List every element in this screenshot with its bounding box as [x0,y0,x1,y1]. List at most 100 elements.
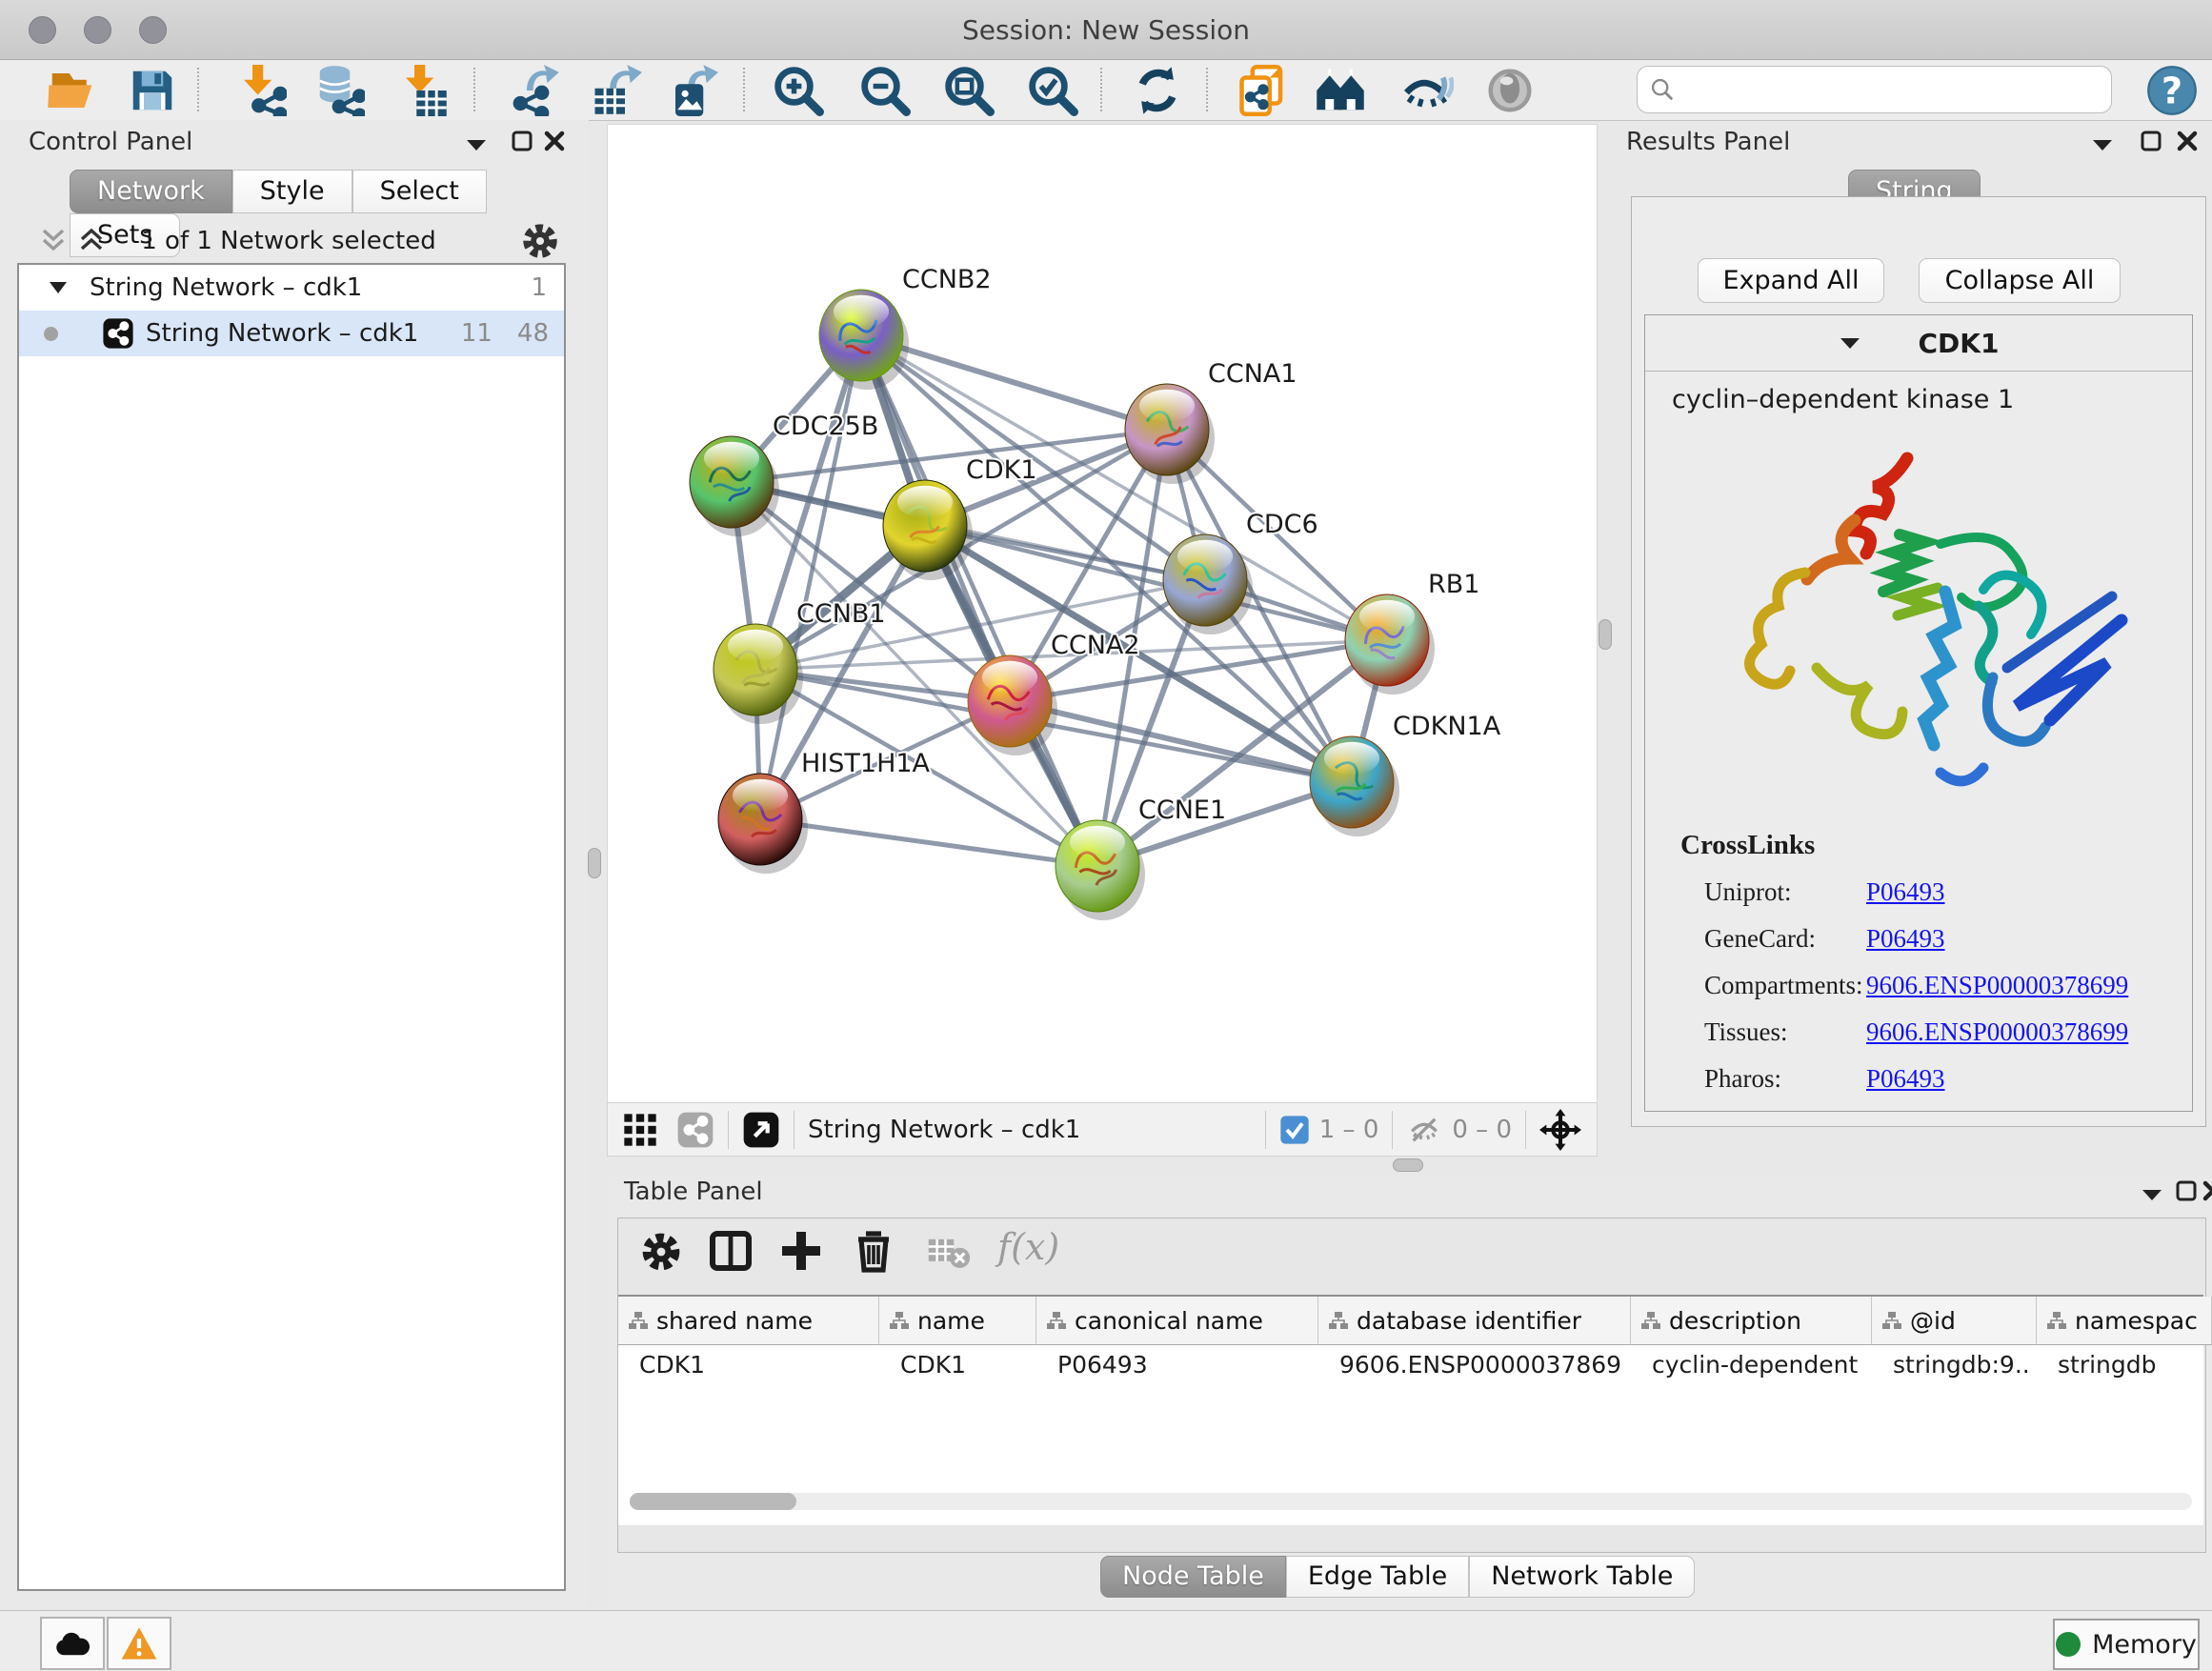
panel-float-icon[interactable] [2140,130,2162,152]
add-column-icon[interactable] [778,1228,824,1274]
export-image-icon[interactable] [667,65,718,116]
hide-selected-icon[interactable] [1402,65,1454,116]
scrollbar-thumb[interactable] [630,1493,796,1510]
network-edge[interactable] [760,819,1097,866]
export-table-icon[interactable] [591,65,642,116]
left-splitter-handle[interactable] [588,848,601,878]
network-collection-row[interactable]: String Network – cdk1 1 [19,265,564,311]
network-node-CCNB1[interactable]: CCNB1 [714,599,886,724]
network-options-gear-icon[interactable] [520,221,560,261]
cloud-status-button[interactable] [40,1617,105,1670]
table-cell[interactable]: stringdb:9... [1893,1345,2028,1383]
zoom-in-icon[interactable] [773,65,824,116]
tab-network[interactable]: Network [70,170,232,213]
network-view-icon[interactable] [676,1111,714,1149]
hidden-eye-icon[interactable] [1406,1114,1442,1146]
table-cell[interactable]: cyclin-dependent ... [1652,1345,1863,1383]
panel-float-icon[interactable] [2175,1179,2198,1202]
column-header-shared-name[interactable]: shared name [618,1297,879,1345]
selected-counts: 1 – 0 [1319,1116,1379,1144]
function-builder-icon[interactable]: f(x) [997,1226,1059,1268]
column-header-name[interactable]: name [879,1297,1036,1345]
first-neighbors-icon[interactable] [1315,65,1366,116]
panel-float-icon[interactable] [511,130,533,152]
selected-checkbox-icon[interactable] [1279,1115,1310,1145]
table-cell[interactable]: CDK1 [639,1345,871,1383]
panel-close-icon[interactable] [543,130,566,152]
split-panel-icon[interactable] [708,1228,754,1274]
tab-node-table[interactable]: Node Table [1100,1556,1286,1598]
network-node-HIST1H1A[interactable]: HIST1H1A [718,749,931,874]
network-edge[interactable] [760,335,861,819]
table-cell[interactable]: P06493 [1057,1345,1310,1383]
save-session-icon[interactable] [127,65,178,116]
tab-edge-table[interactable]: Edge Table [1286,1556,1469,1598]
import-network-file-icon[interactable] [235,65,287,116]
crosslink-link[interactable]: 9606.ENSP00000378699 [1866,971,2128,1000]
tab-select[interactable]: Select [352,170,487,213]
network-row[interactable]: String Network – cdk1 11 48 [19,311,564,356]
column-type-icon [628,1311,649,1330]
column-header-canonical-name[interactable]: canonical name [1036,1297,1318,1345]
memory-button[interactable]: Memory [2053,1619,2200,1670]
delete-table-icon[interactable] [927,1236,971,1270]
column-type-icon [1881,1311,1902,1330]
column-header-@id[interactable]: @id [1872,1297,2037,1345]
column-header-namespac[interactable]: namespac [2037,1297,2212,1345]
collapse-entry-icon[interactable] [1839,335,1861,351]
open-file-icon[interactable] [46,65,97,116]
crosslink-link[interactable]: P06493 [1866,1064,1945,1094]
collapse-all-button[interactable]: Collapse All [1919,258,2121,303]
crosslink-link[interactable]: P06493 [1866,877,1945,907]
help-icon[interactable]: ? [2146,65,2198,116]
delete-column-trash-icon[interactable] [851,1228,896,1274]
import-table-icon[interactable] [397,65,449,116]
tab-style[interactable]: Style [232,170,352,213]
network-node-RB1[interactable]: RB1 [1345,570,1479,695]
network-graph[interactable]: CCNB2CCNA1CDC25BCDK1CDC6RB1CCNB1CCNA2CDK… [608,125,1597,1103]
network-node-CCNB2[interactable]: CCNB2 [819,265,992,390]
table-cell[interactable]: stringdb [2058,1345,2203,1383]
panel-menu-icon[interactable] [465,137,488,152]
network-node-CCNE1[interactable]: CCNE1 [1056,795,1226,920]
panel-close-icon[interactable] [2176,130,2199,152]
collapse-all-icon[interactable] [38,227,69,255]
duplicate-network-icon[interactable] [1237,65,1289,116]
column-header-description[interactable]: description [1631,1297,1872,1345]
column-header-database-identifier[interactable]: database identifier [1318,1297,1631,1345]
crosslink-link[interactable]: P06493 [1866,924,1945,954]
warnings-button[interactable] [107,1617,171,1670]
search-input[interactable] [1676,70,2111,110]
zoom-out-icon[interactable] [859,65,911,116]
tree-expander-icon[interactable] [48,279,69,296]
horizontal-scrollbar[interactable] [630,1493,2192,1510]
column-settings-gear-icon[interactable] [639,1230,683,1274]
table-type-tabs: Node TableEdge TableNetwork Table [1100,1556,1695,1598]
node-table-grid[interactable]: shared nameCDK1nameCDK1canonical nameP06… [618,1295,2203,1525]
expand-all-icon[interactable] [76,227,107,255]
panel-menu-icon[interactable] [2091,137,2114,152]
show-all-icon[interactable] [1484,65,1536,116]
expand-all-button[interactable]: Expand All [1698,258,1884,303]
table-cell[interactable]: 9606.ENSP00000378699 [1339,1345,1622,1383]
bottom-splitter-handle[interactable] [1393,1158,1423,1172]
zoom-fit-icon[interactable] [943,65,995,116]
import-network-database-icon[interactable] [313,65,365,116]
network-node-CCNA1[interactable]: CCNA1 [1125,359,1297,484]
grid-view-icon[interactable] [621,1111,659,1149]
birds-eye-navigate-icon[interactable] [1539,1109,1581,1151]
tab-network-table[interactable]: Network Table [1469,1556,1695,1598]
network-edge[interactable] [861,335,1097,866]
column-header-label: @id [1910,1307,1956,1335]
panel-menu-icon[interactable] [2141,1187,2163,1202]
table-cell[interactable]: CDK1 [900,1345,1028,1383]
panel-close-icon[interactable] [2202,1179,2212,1202]
network-node-CDKN1A[interactable]: CDKN1A [1310,712,1501,836]
result-entry-header[interactable]: CDK1 [1645,315,2192,372]
export-network-icon[interactable] [510,65,561,116]
refresh-icon[interactable] [1132,65,1183,116]
detach-view-icon[interactable] [742,1111,780,1149]
network-canvas[interactable]: CCNB2CCNA1CDC25BCDK1CDC6RB1CCNB1CCNA2CDK… [607,124,1598,1104]
zoom-selected-icon[interactable] [1027,65,1078,116]
crosslink-link[interactable]: 9606.ENSP00000378699 [1866,1017,2128,1047]
